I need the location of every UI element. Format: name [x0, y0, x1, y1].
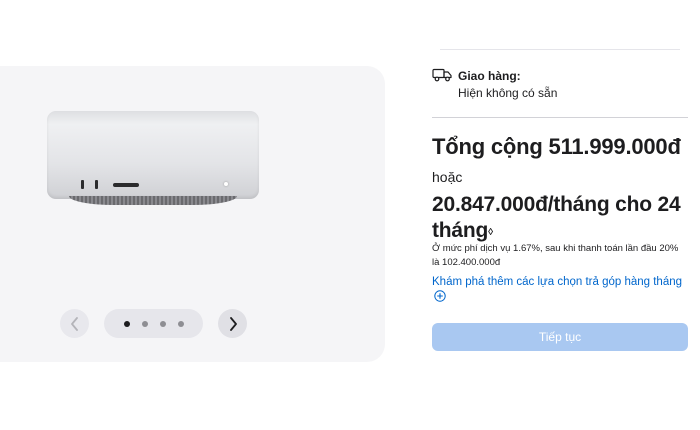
product-base-vent	[69, 196, 237, 205]
pagination-dot[interactable]	[123, 320, 130, 327]
product-image-mac-studio	[47, 111, 259, 205]
chevron-left-icon	[70, 316, 78, 331]
gallery-next-button[interactable]	[218, 309, 247, 338]
installment-note: Ở mức phí dịch vụ 1.67%, sau khi thanh t…	[432, 243, 679, 268]
monthly-price: 20.847.000đ/tháng cho 24 tháng◊	[432, 192, 687, 244]
pagination-dot[interactable]	[141, 320, 148, 327]
chevron-right-icon	[229, 316, 237, 331]
usb-c-port	[95, 180, 98, 189]
explore-installments-link[interactable]: Khám phá thêm các lựa chọn trả góp hàng …	[432, 276, 690, 288]
monthly-price-text: 20.847.000đ/tháng cho 24 tháng	[432, 193, 681, 242]
continue-button[interactable]: Tiếp tục	[432, 323, 688, 351]
delivery-status: Hiện không có sẵn	[458, 86, 558, 100]
pagination-dot[interactable]	[177, 320, 184, 327]
footnote-mark: ◊	[488, 227, 493, 238]
divider	[440, 49, 680, 50]
truck-icon	[432, 68, 452, 82]
total-price: Tổng cộng 511.999.000đ	[432, 134, 681, 159]
plus-circle-icon[interactable]	[434, 290, 446, 302]
divider	[432, 117, 688, 118]
delivery-title: Giao hàng:	[458, 69, 521, 83]
usb-c-port	[81, 180, 84, 189]
product-body	[47, 111, 259, 199]
gallery-previous-button[interactable]	[60, 309, 89, 338]
gallery-pagination	[104, 309, 203, 338]
power-led	[224, 182, 228, 186]
sd-card-slot	[113, 183, 139, 187]
pagination-dot[interactable]	[159, 320, 166, 327]
or-label: hoặc	[432, 169, 463, 185]
